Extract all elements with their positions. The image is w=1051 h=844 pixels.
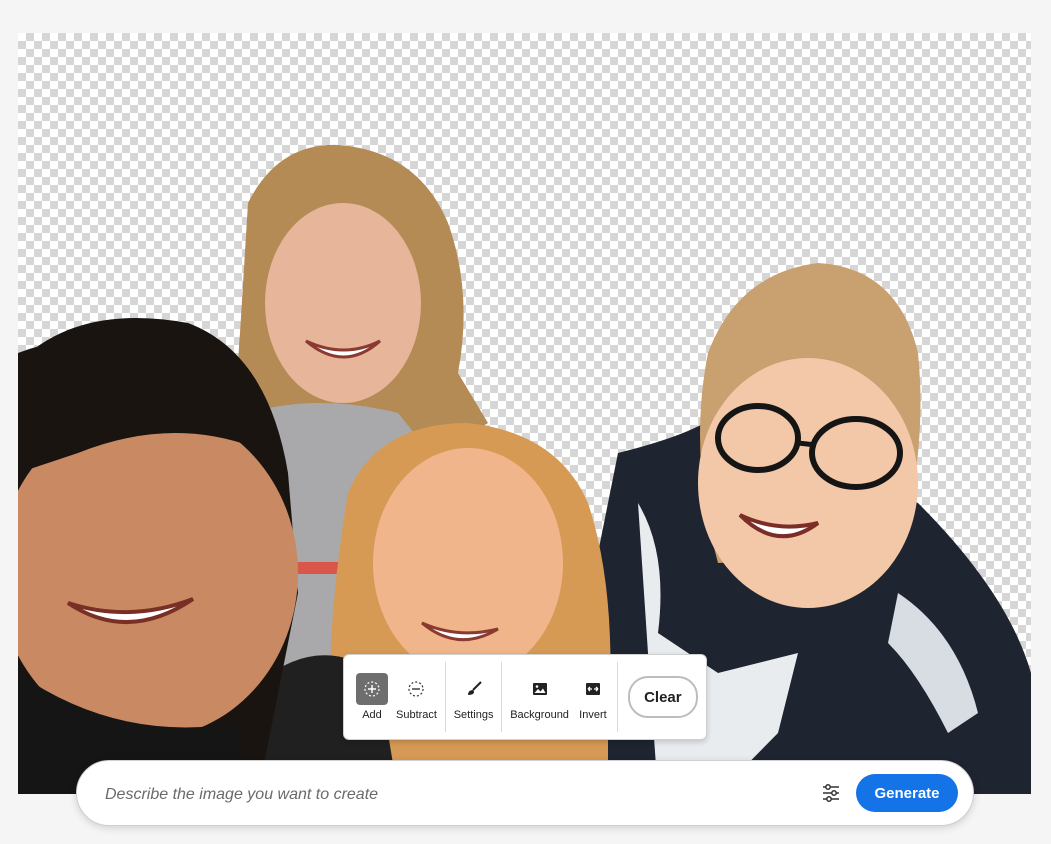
invert-button[interactable]: Invert [573, 662, 613, 732]
background-button[interactable]: Background [506, 662, 573, 732]
subtract-tool-button[interactable]: Subtract [392, 662, 441, 732]
clear-button[interactable]: Clear [627, 676, 698, 718]
brush-icon [458, 673, 490, 705]
subtract-tool-label: Subtract [396, 709, 437, 721]
add-tool-button[interactable]: Add [352, 662, 392, 732]
settings-tool-label: Settings [453, 709, 494, 721]
brush-settings-button[interactable]: Settings [450, 662, 498, 732]
toolbar-divider [444, 662, 446, 732]
prompt-bar: Generate [76, 760, 974, 826]
add-selection-icon [356, 673, 388, 705]
prompt-input[interactable] [103, 781, 787, 809]
toolbar-divider [616, 662, 618, 732]
sliders-icon[interactable] [821, 783, 841, 808]
selection-toolbar: Add Subtract Settings Background Invert … [343, 654, 707, 740]
invert-icon [577, 673, 609, 705]
background-tool-label: Background [510, 709, 569, 721]
image-icon [524, 673, 556, 705]
subtract-selection-icon [400, 673, 432, 705]
toolbar-divider [501, 662, 503, 732]
add-tool-label: Add [362, 709, 382, 721]
invert-tool-label: Invert [579, 709, 607, 721]
generate-button[interactable]: Generate [856, 774, 958, 812]
